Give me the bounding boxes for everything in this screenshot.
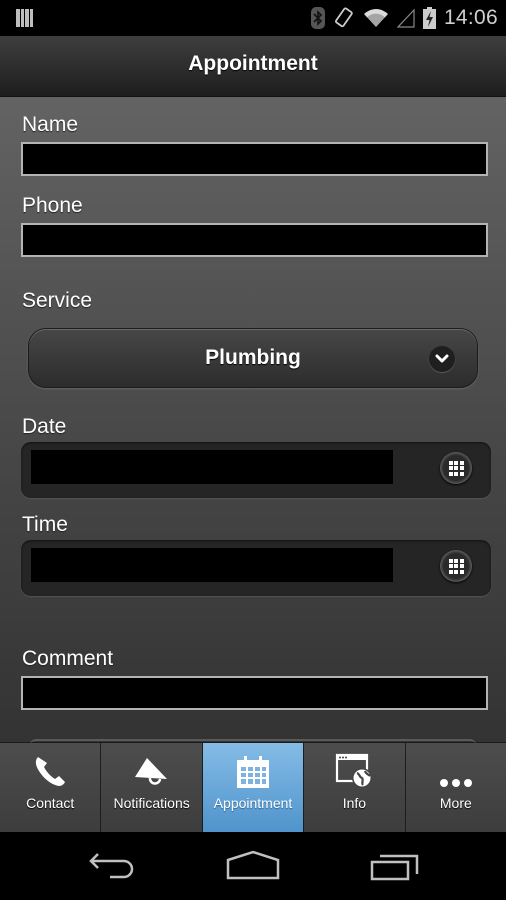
tab-label: Contact [26, 795, 75, 811]
tab-label: More [439, 795, 472, 811]
calendar-icon [237, 756, 270, 788]
grid-icon [448, 460, 464, 476]
date-picker-button[interactable] [440, 452, 472, 484]
status-bar: 14:06 [0, 0, 506, 36]
bluetooth-icon [310, 7, 325, 29]
clock: 14:06 [443, 6, 498, 29]
vibrate-icon [334, 7, 353, 28]
chevron-down-icon [429, 346, 455, 372]
tab-appointment[interactable]: Appointment [202, 743, 305, 832]
tab-contact[interactable]: Contact [0, 743, 102, 832]
tab-bar: Contact Notifications Appointment Info M… [0, 739, 506, 832]
back-icon[interactable] [88, 850, 138, 880]
more-dots-icon [439, 779, 472, 787]
tab-label: Appointment [213, 795, 293, 811]
grid-icon [448, 558, 464, 574]
service-selected-value: Plumbing [205, 346, 301, 369]
phone-icon [36, 757, 66, 786]
tab-notifications[interactable]: Notifications [101, 743, 203, 832]
home-icon[interactable] [226, 850, 280, 880]
name-input[interactable] [21, 142, 488, 176]
phone-input[interactable] [21, 223, 488, 257]
time-picker-button[interactable] [440, 550, 472, 582]
tab-more[interactable]: More [405, 743, 506, 832]
phone-label: Phone [22, 194, 83, 217]
service-label: Service [22, 289, 93, 312]
page-title: Appointment [188, 52, 318, 75]
wifi-icon [363, 9, 388, 27]
date-picker [21, 442, 491, 498]
time-input[interactable] [31, 548, 393, 582]
recent-apps-icon[interactable] [370, 850, 420, 882]
service-select[interactable]: Plumbing [28, 328, 478, 388]
name-label: Name [22, 113, 79, 136]
tab-label: Info [342, 795, 367, 811]
comment-input[interactable] [21, 676, 488, 710]
notification-icon [16, 9, 33, 27]
system-nav-bar [0, 832, 506, 900]
comment-label: Comment [22, 647, 114, 670]
tab-info[interactable]: Info [304, 743, 406, 832]
app-header: Appointment [0, 36, 506, 97]
battery-charging-icon [422, 7, 436, 29]
appointment-form: Name Phone Service Plumbing Date Time Co… [0, 97, 506, 742]
megaphone-icon [134, 758, 167, 785]
date-label: Date [22, 415, 67, 438]
time-label: Time [22, 513, 68, 536]
signal-icon [396, 8, 415, 28]
web-globe-icon [336, 753, 373, 788]
tab-label: Notifications [113, 795, 190, 811]
time-picker [21, 540, 491, 596]
date-input[interactable] [31, 450, 393, 484]
